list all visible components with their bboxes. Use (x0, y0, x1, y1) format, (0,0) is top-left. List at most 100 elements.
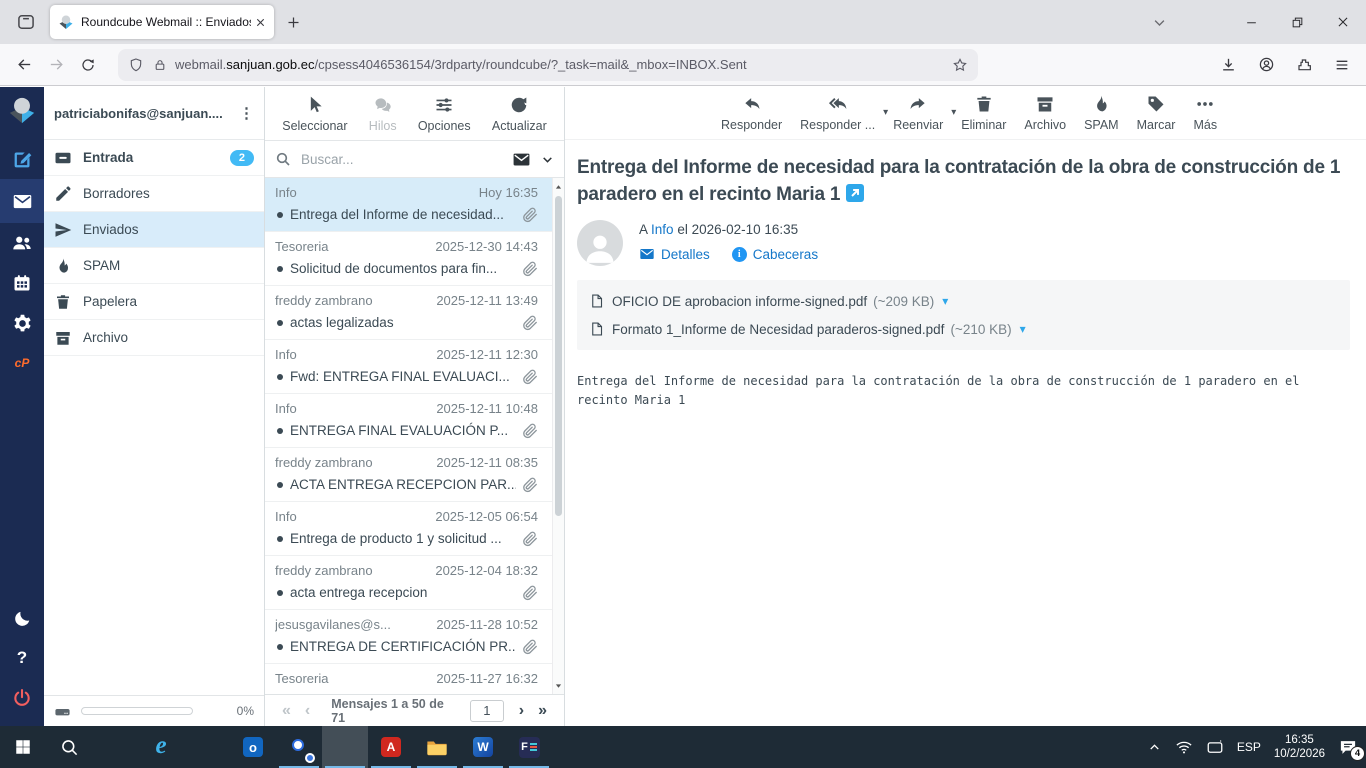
prev-page-button[interactable]: ‹ (298, 702, 317, 720)
first-page-button[interactable]: « (275, 702, 298, 720)
settings-nav-button[interactable] (0, 303, 44, 343)
toolbar-button-marcar[interactable]: Marcar (1129, 92, 1184, 134)
restore-button[interactable] (1274, 0, 1320, 44)
toolbar-button-label: SPAM (1084, 118, 1119, 132)
account-icon[interactable] (1250, 50, 1282, 80)
mail-nav-button[interactable] (0, 179, 44, 223)
toolbar-button-responder[interactable]: ▾ Responder ... (792, 92, 888, 134)
search-options-chevron-icon[interactable] (541, 153, 554, 166)
tab-list-chevron-icon[interactable] (1142, 15, 1176, 30)
tab-close-icon[interactable] (255, 17, 266, 28)
clock[interactable]: 16:35 10/2/2026 (1274, 733, 1325, 761)
details-toggle[interactable]: Detalles (639, 246, 710, 262)
dark-mode-moon-button[interactable] (0, 598, 44, 638)
close-window-button[interactable] (1320, 0, 1366, 44)
attachment-menu-caret-icon[interactable]: ▾ (1020, 322, 1026, 336)
last-page-button[interactable]: » (531, 702, 554, 720)
toolbar-button-opciones[interactable]: Opciones (410, 93, 479, 135)
folder-archivo[interactable]: Archivo (44, 320, 264, 356)
folder-papelera[interactable]: Papelera (44, 284, 264, 320)
tray-chevron-up-icon[interactable] (1147, 740, 1162, 755)
folder-spam[interactable]: SPAM (44, 248, 264, 284)
extensions-icon[interactable] (1288, 50, 1320, 80)
downloads-icon[interactable] (1212, 50, 1244, 80)
internet-explorer-taskbar-button[interactable]: e (138, 726, 184, 768)
file-explorer-taskbar-button[interactable] (414, 726, 460, 768)
wifi-icon[interactable] (1175, 738, 1193, 756)
outlook-taskbar-button[interactable]: o (230, 726, 276, 768)
message-row[interactable]: Info 2025-12-05 06:54 Entrega de product… (265, 502, 564, 556)
acrobat-taskbar-button[interactable]: A (368, 726, 414, 768)
message-row[interactable]: jesusgavilanes@s... 2025-11-28 10:52 ENT… (265, 610, 564, 664)
reload-button[interactable] (72, 50, 104, 80)
toolbar-button-archivo[interactable]: Archivo (1016, 92, 1074, 134)
contacts-nav-button[interactable] (0, 223, 44, 263)
scrollbar-thumb[interactable] (555, 196, 562, 516)
scroll-down-icon[interactable] (553, 678, 564, 692)
message-subject: actas legalizadas (290, 315, 394, 330)
open-in-new-window-icon[interactable] (846, 184, 865, 202)
minimize-button[interactable] (1228, 0, 1274, 44)
lock-icon[interactable] (153, 58, 167, 72)
browser-tab[interactable]: Roundcube Webmail :: Enviados (50, 5, 274, 39)
message-row[interactable]: freddy zambrano 2025-12-11 08:35 ACTA EN… (265, 448, 564, 502)
toolbar-button-actualizar[interactable]: Actualizar (484, 93, 555, 135)
search-input[interactable] (299, 150, 508, 168)
toolbar-button-reenviar[interactable]: ▾ Reenviar (885, 92, 956, 134)
attachment-menu-caret-icon[interactable]: ▾ (942, 294, 948, 308)
start-taskbar-button[interactable] (0, 726, 46, 768)
display-icon[interactable] (1206, 738, 1224, 756)
message-row[interactable]: Tesoreria 2025-12-30 14:43 Solicitud de … (265, 232, 564, 286)
list-scrollbar[interactable] (552, 178, 564, 694)
bookmark-star-icon[interactable] (952, 57, 968, 73)
menu-hamburger-icon[interactable] (1326, 50, 1358, 80)
folder-enviados[interactable]: Enviados (44, 212, 264, 248)
toolbar-button-eliminar[interactable]: Eliminar (953, 92, 1014, 134)
new-tab-button[interactable] (286, 15, 301, 30)
copilot-taskbar-button[interactable] (92, 726, 138, 768)
firefox-view-button[interactable] (10, 8, 42, 36)
attachment-row[interactable]: OFICIO DE aprobacion informe-signed.pdf … (589, 287, 1338, 315)
message-row[interactable]: freddy zambrano 2025-12-11 13:49 actas l… (265, 286, 564, 340)
account-menu-icon[interactable]: ⋮ (239, 104, 254, 122)
message-row[interactable]: Info Hoy 16:35 Entrega del Informe de ne… (265, 178, 564, 232)
folder-entrada[interactable]: Entrada 2 (44, 140, 264, 176)
help-button[interactable]: ? (0, 638, 44, 678)
page-number-input[interactable]: 1 (470, 699, 504, 722)
headers-toggle[interactable]: i Cabeceras (731, 246, 818, 262)
chrome-taskbar-button[interactable] (276, 726, 322, 768)
compose-button[interactable] (0, 139, 44, 179)
attachment-name[interactable]: OFICIO DE aprobacion informe-signed.pdf (612, 294, 867, 309)
language-indicator[interactable]: ESP (1237, 740, 1261, 754)
calendar-nav-button[interactable] (0, 263, 44, 303)
attachment-name[interactable]: Formato 1_Informe de Necesidad paraderos… (612, 322, 944, 337)
word-taskbar-button[interactable]: W (460, 726, 506, 768)
logout-power-button[interactable] (0, 678, 44, 718)
firefox-taskbar-button[interactable] (322, 726, 368, 768)
toolbar-button-hilos[interactable]: Hilos (361, 93, 405, 135)
url-bar[interactable]: webmail.sanjuan.gob.ec/cpsess4046536154/… (118, 48, 978, 81)
taskbar-search-taskbar-button[interactable] (46, 726, 92, 768)
message-row[interactable]: Info 2025-12-11 12:30 Fwd: ENTREGA FINAL… (265, 340, 564, 394)
toolbar-button-responder[interactable]: Responder (713, 92, 790, 134)
forward-button[interactable] (40, 50, 72, 80)
tracking-shield-icon[interactable] (128, 57, 144, 73)
notifications-icon[interactable]: 4 (1338, 738, 1365, 761)
attachment-row[interactable]: Formato 1_Informe de Necesidad paraderos… (589, 315, 1338, 343)
message-row[interactable]: freddy zambrano 2025-12-04 18:32 acta en… (265, 556, 564, 610)
back-button[interactable] (8, 50, 40, 80)
message-row[interactable]: Tesoreria 2025-11-27 16:32 (265, 664, 564, 694)
recipient-link[interactable]: Info (651, 222, 674, 237)
cpanel-button[interactable]: cP (0, 343, 44, 383)
account-header[interactable]: patriciabonifas@sanjuan.... ⋮ (44, 87, 264, 140)
toolbar-button-mas[interactable]: Más (1185, 92, 1225, 134)
toolbar-button-spam[interactable]: SPAM (1076, 92, 1127, 134)
next-page-button[interactable]: › (512, 702, 531, 720)
edge-taskbar-button[interactable] (184, 726, 230, 768)
scroll-up-icon[interactable] (553, 180, 564, 194)
search-scope-envelope-icon[interactable] (512, 150, 531, 169)
folder-borradores[interactable]: Borradores (44, 176, 264, 212)
f-app-taskbar-button[interactable]: F (506, 726, 552, 768)
message-row[interactable]: Info 2025-12-11 10:48 ENTREGA FINAL EVAL… (265, 394, 564, 448)
toolbar-button-seleccionar[interactable]: Seleccionar (274, 93, 355, 135)
